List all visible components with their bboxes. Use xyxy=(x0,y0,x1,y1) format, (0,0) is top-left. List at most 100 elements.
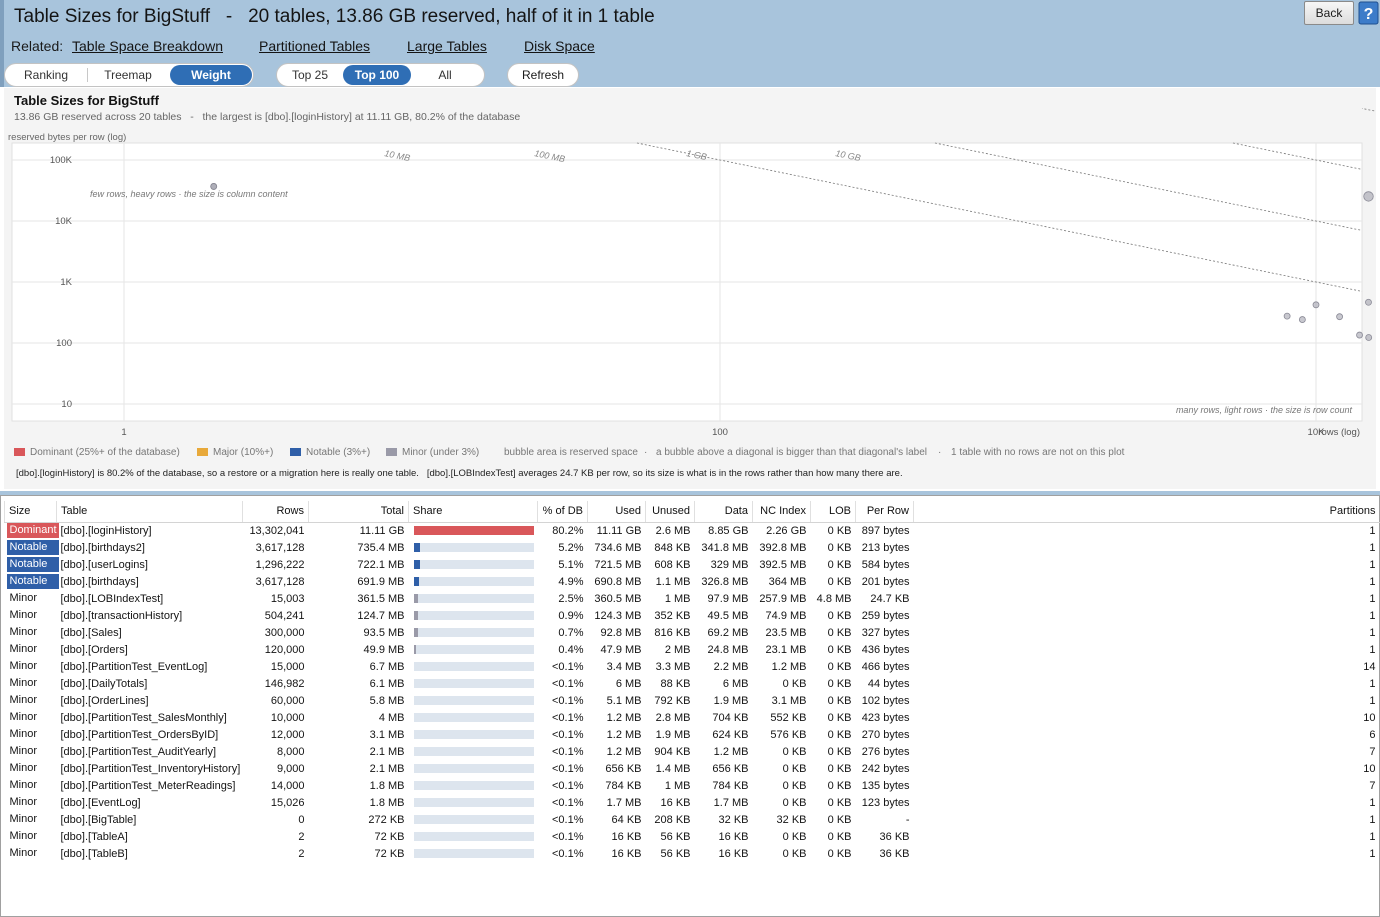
nc-cell: 23.5 MB xyxy=(765,626,807,639)
size-cell: Minor xyxy=(5,675,57,692)
table-row[interactable]: Minor [dbo].[DailyTotals] 146,982 6.1 MB <0.… xyxy=(5,675,1380,692)
y-tick-label: 1K xyxy=(60,277,72,288)
share-bar-track xyxy=(413,815,534,824)
link-partitioned-tables[interactable]: Partitioned Tables xyxy=(259,38,370,54)
partitions-cell: 14 xyxy=(1363,660,1376,673)
table-row[interactable]: Minor [dbo].[PartitionTest_InventoryHisto… xyxy=(5,760,1380,777)
table-name-cell: [dbo].[EventLog] xyxy=(60,796,141,809)
refresh-button[interactable]: Refresh xyxy=(507,63,579,87)
partitions-cell: 1 xyxy=(1369,541,1376,554)
column-header[interactable]: Partitions xyxy=(913,501,1380,523)
per-row-cell: 242 bytes xyxy=(861,762,910,775)
used-cell: 11.11 GB xyxy=(596,524,642,537)
column-header[interactable]: % of DB xyxy=(537,501,588,523)
y-axis-title: reserved bytes per row (log) xyxy=(8,132,126,143)
column-header[interactable]: Table xyxy=(56,501,243,523)
related-links-row: Related: Table Space Breakdown Partition… xyxy=(11,38,595,54)
table-row[interactable]: Minor [dbo].[TableA] 2 72 KB <0.1% 16 KB 56 KB… xyxy=(5,828,1380,845)
table-row[interactable]: Minor [dbo].[Orders] 120,000 49.9 MB 0.4% 47.… xyxy=(5,641,1380,658)
nc-cell: 0 KB xyxy=(782,745,807,758)
table-row[interactable]: Minor [dbo].[PartitionTest_OrdersByID] 12,… xyxy=(5,726,1380,743)
table-row[interactable]: Minor [dbo].[PartitionTest_EventLog] 15,00… xyxy=(5,658,1380,675)
nc-cell: 74.9 MB xyxy=(765,609,807,622)
bubble-point: [dbo].[LOBIndexTest] xyxy=(1363,191,1374,202)
data-cell: 329 MB xyxy=(710,558,749,571)
back-button[interactable]: Back xyxy=(1304,1,1354,25)
pct-cell: 80.2% xyxy=(552,524,584,537)
total-cell: 2.1 MB xyxy=(369,745,405,758)
column-header[interactable]: Total xyxy=(308,501,409,523)
table-row[interactable]: Minor [dbo].[Sales] 300,000 93.5 MB 0.7% 92.8… xyxy=(5,624,1380,641)
table-row[interactable]: Minor [dbo].[PartitionTest_AuditYearly] 8,… xyxy=(5,743,1380,760)
view-ranking-button[interactable]: Ranking xyxy=(5,65,87,85)
column-header[interactable]: Used xyxy=(587,501,646,523)
total-cell: 6.1 MB xyxy=(369,677,405,690)
per-row-cell: 36 KB xyxy=(879,830,910,843)
share-bar-cell xyxy=(409,794,538,811)
size-badge: Minor xyxy=(9,592,38,604)
column-header[interactable]: Per Row xyxy=(855,501,914,523)
size-badge: Minor xyxy=(9,711,38,723)
table-row[interactable]: Minor [dbo].[PartitionTest_SalesMonthly] 1… xyxy=(5,709,1380,726)
view-weight-button[interactable]: Weight xyxy=(170,65,252,85)
size-badge: Minor xyxy=(9,626,38,638)
size-cell: Dominant xyxy=(5,522,59,539)
table-row[interactable]: Minor [dbo].[OrderLines] 60,000 5.8 MB <0.1%… xyxy=(5,692,1380,709)
column-header[interactable]: Size xyxy=(4,501,57,523)
table-name-cell: [dbo].[loginHistory] xyxy=(60,524,152,537)
share-bar-fill xyxy=(413,594,418,603)
share-bar-cell xyxy=(409,811,538,828)
link-disk-space[interactable]: Disk Space xyxy=(524,38,595,54)
y-tick-label: 10 xyxy=(61,399,72,410)
limit-top100-button[interactable]: Top 100 xyxy=(343,65,411,85)
rows-cell: 3,617,128 xyxy=(255,541,305,554)
scatter-chart: reserved bytes per row (log)110010K1M100… xyxy=(8,108,1376,438)
table-row[interactable]: Minor [dbo].[TableB] 2 72 KB <0.1% 16 KB 56 KB… xyxy=(5,845,1380,862)
column-header[interactable]: Share xyxy=(408,501,538,523)
link-table-space-breakdown[interactable]: Table Space Breakdown xyxy=(72,38,223,54)
view-treemap-button[interactable]: Treemap xyxy=(88,65,168,85)
partitions-cell: 1 xyxy=(1369,643,1376,656)
size-cell: Minor xyxy=(5,828,57,845)
unused-cell: 2 MB xyxy=(664,643,691,656)
column-header[interactable]: LOB xyxy=(810,501,856,523)
nc-cell: 0 KB xyxy=(782,830,807,843)
table-row[interactable]: Notable [dbo].[userLogins] 1,296,222 722.1 … xyxy=(5,556,1380,573)
unused-cell: 56 KB xyxy=(660,830,691,843)
nc-cell: 552 KB xyxy=(770,711,807,724)
help-icon[interactable]: ? xyxy=(1356,0,1380,26)
table-row[interactable]: Notable [dbo].[birthdays2] 3,617,128 735.4 … xyxy=(5,539,1380,556)
rows-cell: 1,296,222 xyxy=(255,558,305,571)
table-row[interactable]: Minor [dbo].[LOBIndexTest] 15,003 361.5 MB 2… xyxy=(5,590,1380,607)
per-row-cell: 135 bytes xyxy=(861,779,910,792)
column-header[interactable]: Unused xyxy=(645,501,695,523)
table-row[interactable]: Minor [dbo].[transactionHistory] 504,241 12… xyxy=(5,607,1380,624)
table-name-cell: [dbo].[TableA] xyxy=(60,830,128,843)
size-cell: Minor xyxy=(5,777,57,794)
table-name-cell: [dbo].[BigTable] xyxy=(60,813,137,826)
table-row[interactable]: Notable [dbo].[birthdays] 3,617,128 691.9 M… xyxy=(5,573,1380,590)
share-bar-cell xyxy=(409,726,538,743)
link-large-tables[interactable]: Large Tables xyxy=(407,38,487,54)
size-badge: Minor xyxy=(9,813,38,825)
total-cell: 49.9 MB xyxy=(363,643,405,656)
share-bar-cell xyxy=(409,556,538,573)
table-row[interactable]: Minor [dbo].[PartitionTest_MeterReadings]… xyxy=(5,777,1380,794)
data-cell: 32 KB xyxy=(718,813,749,826)
column-header[interactable]: Rows xyxy=(242,501,309,523)
limit-all-button[interactable]: All xyxy=(411,65,479,85)
table-row[interactable]: Dominant [dbo].[loginHistory] 13,302,041 11… xyxy=(5,522,1380,539)
lob-cell: 0 KB xyxy=(827,796,852,809)
table-row[interactable]: Minor [dbo].[EventLog] 15,026 1.8 MB <0.1% 1.… xyxy=(5,794,1380,811)
column-header[interactable]: Data xyxy=(694,501,753,523)
legend-label: Notable (3%+) xyxy=(306,447,371,458)
limit-top25-button[interactable]: Top 25 xyxy=(277,65,343,85)
used-cell: 721.5 MB xyxy=(594,558,642,571)
share-bar-track xyxy=(413,543,534,552)
column-header[interactable]: NC Index xyxy=(752,501,811,523)
rows-cell: 60,000 xyxy=(270,694,305,707)
per-row-cell: 44 bytes xyxy=(867,677,910,690)
lob-cell: 0 KB xyxy=(827,847,852,860)
table-row[interactable]: Minor [dbo].[BigTable] 0 272 KB <0.1% 64 KB 20… xyxy=(5,811,1380,828)
partitions-cell: 1 xyxy=(1369,847,1376,860)
